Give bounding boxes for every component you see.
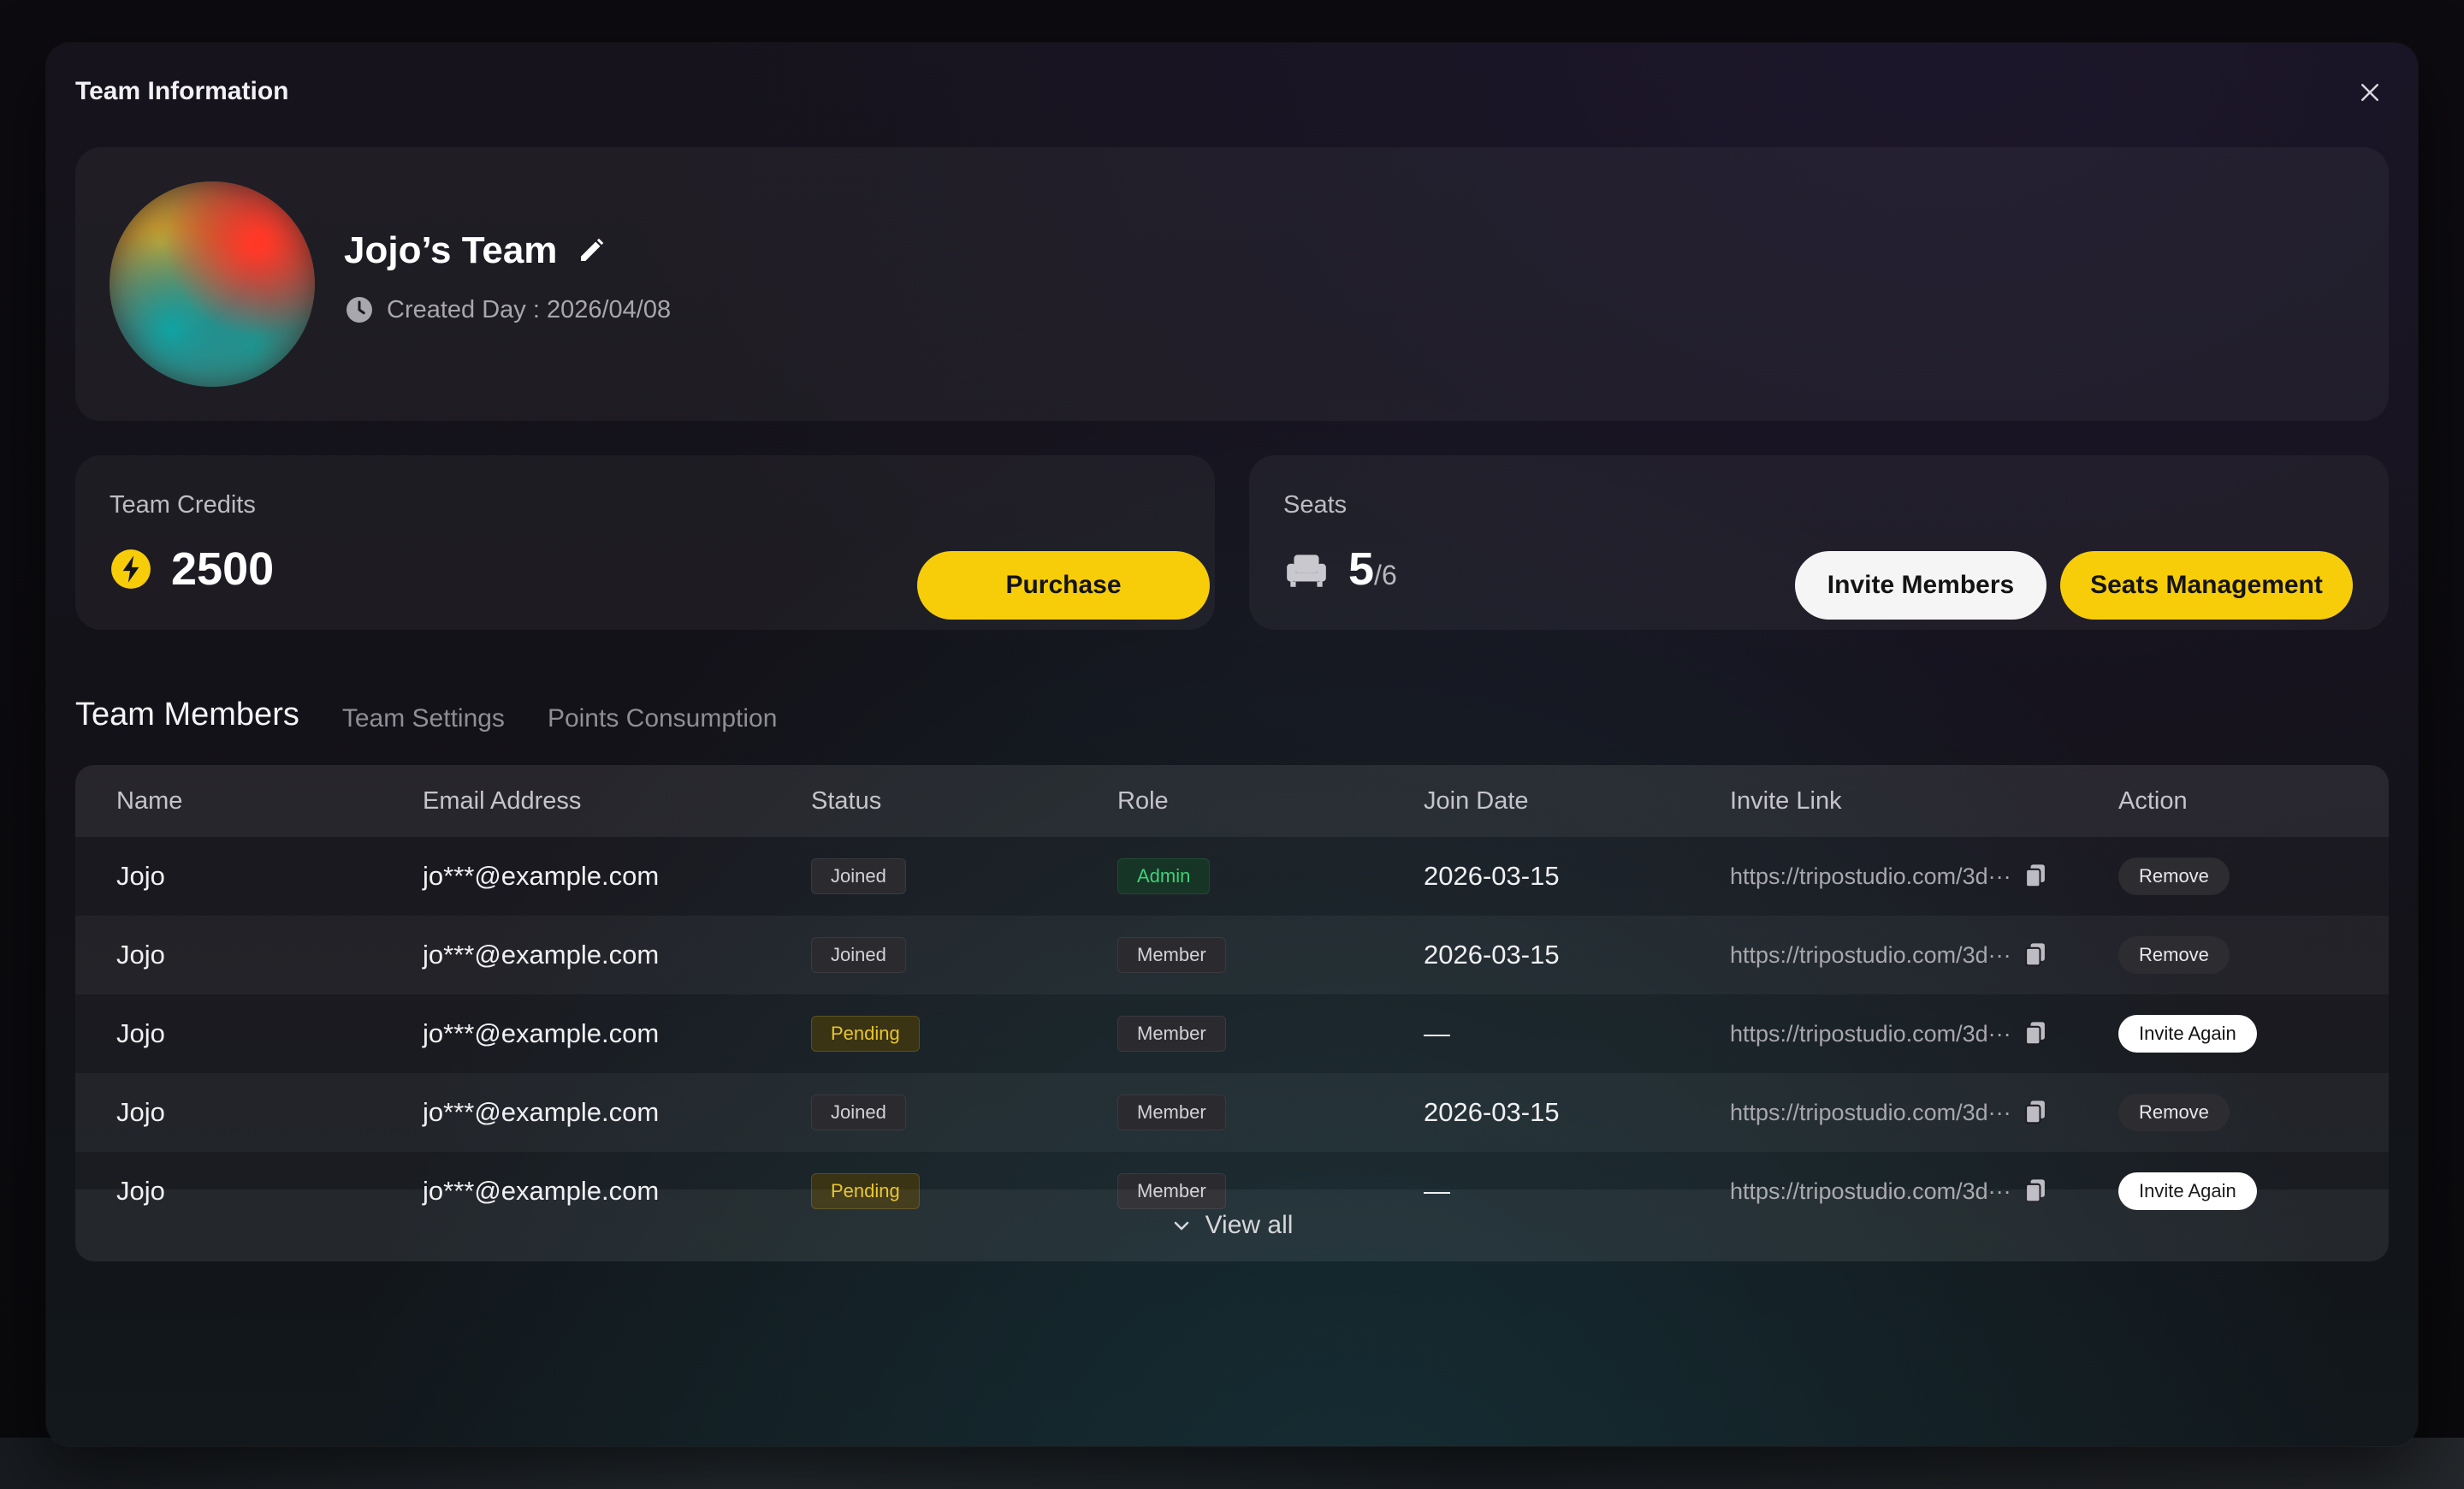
- team-credits-value-row: 2500: [110, 546, 274, 592]
- member-name: Jojo: [116, 940, 165, 970]
- seats-value-row: 5/6: [1283, 546, 1397, 592]
- invite-link-cell: https://tripostudio.com/3d···: [1730, 837, 2047, 916]
- header-name: Name: [116, 786, 183, 815]
- status-cell: Joined: [811, 1073, 906, 1152]
- lightning-bolt-icon: [111, 549, 151, 589]
- invite-link[interactable]: https://tripostudio.com/3d···: [1730, 1021, 2011, 1047]
- seats-value: 5/6: [1348, 546, 1397, 592]
- team-name-row: Jojo’s Team: [344, 229, 607, 272]
- table-row: Jojo jo***@example.com Joined Member 2026-03…: [75, 916, 2389, 994]
- table-row: Jojo jo***@example.com Pending Member — https…: [75, 994, 2389, 1073]
- join-date: —: [1424, 1018, 1450, 1048]
- invite-link[interactable]: https://tripostudio.com/3d···: [1730, 1100, 2011, 1126]
- invite-link[interactable]: https://tripostudio.com/3d···: [1730, 863, 2011, 890]
- team-credits-value: 2500: [171, 543, 275, 595]
- header-action: Action: [2118, 786, 2188, 815]
- team-credits-label: Team Credits: [110, 491, 256, 519]
- status-cell: Joined: [811, 837, 906, 916]
- seats-total: /6: [1374, 560, 1397, 590]
- invite-link-cell: https://tripostudio.com/3d···: [1730, 916, 2047, 994]
- team-tabs: Team Members Team Settings Points Consum…: [75, 697, 777, 733]
- table-body: Jojo jo***@example.com Joined Admin 2026-03-…: [75, 837, 2389, 1231]
- member-name: Jojo: [116, 1018, 165, 1048]
- armchair-icon: [1287, 555, 1326, 587]
- status-badge: Joined: [811, 937, 906, 973]
- close-icon: [2361, 84, 2378, 101]
- team-name: Jojo’s Team: [344, 229, 558, 271]
- remove-button[interactable]: Remove: [2118, 936, 2230, 974]
- join-date: 2026-03-15: [1424, 940, 1560, 970]
- remove-button[interactable]: Remove: [2118, 857, 2230, 895]
- invite-members-button[interactable]: Invite Members: [1795, 551, 2046, 620]
- pencil-icon[interactable]: [576, 235, 607, 266]
- role-badge: Member: [1117, 1016, 1226, 1052]
- table-header: Name Email Address Status Role Join Date…: [75, 765, 2389, 837]
- view-all-label: View all: [1205, 1211, 1294, 1239]
- status-cell: Pending: [811, 994, 920, 1073]
- created-day-text: Created Day : 2026/04/08: [387, 295, 672, 323]
- action-cell: Remove: [2118, 1073, 2230, 1152]
- table-row: Jojo jo***@example.com Joined Member 2026-03…: [75, 1073, 2389, 1152]
- action-cell: Remove: [2118, 837, 2230, 916]
- action-cell: Remove: [2118, 916, 2230, 994]
- tab-team-members[interactable]: Team Members: [75, 697, 299, 733]
- team-members-table: Name Email Address Status Role Join Date…: [75, 765, 2389, 1261]
- copy-icon[interactable]: [2023, 1100, 2047, 1125]
- status-cell: Joined: [811, 916, 906, 994]
- invite-link-cell: https://tripostudio.com/3d···: [1730, 1073, 2047, 1152]
- team-avatar: [110, 181, 315, 387]
- header-email: Email Address: [423, 786, 582, 815]
- copy-icon[interactable]: [2023, 1021, 2047, 1047]
- role-cell: Admin: [1117, 837, 1211, 916]
- invite-link-cell: https://tripostudio.com/3d···: [1730, 994, 2047, 1073]
- seats-card: Seats 5/6 Invite Members Seats Managemen…: [1249, 455, 2389, 630]
- header-join-date: Join Date: [1424, 786, 1529, 815]
- member-email: jo***@example.com: [423, 861, 660, 891]
- join-date: 2026-03-15: [1424, 861, 1560, 891]
- seats-management-button[interactable]: Seats Management: [2060, 551, 2353, 620]
- chevron-down-icon: [1174, 1221, 1188, 1231]
- role-cell: Member: [1117, 994, 1226, 1073]
- created-day-row: Created Day : 2026/04/08: [344, 294, 671, 325]
- purchase-button[interactable]: Purchase: [917, 551, 1210, 620]
- status-badge: Pending: [811, 1016, 920, 1052]
- header-invite-link: Invite Link: [1730, 786, 1842, 815]
- copy-icon[interactable]: [2023, 942, 2047, 968]
- status-badge: Joined: [811, 858, 906, 894]
- role-badge: Member: [1117, 1095, 1226, 1130]
- copy-icon[interactable]: [2023, 863, 2047, 889]
- status-badge: Joined: [811, 1095, 906, 1130]
- seats-label: Seats: [1283, 491, 1348, 519]
- member-name: Jojo: [116, 861, 165, 891]
- member-email: jo***@example.com: [423, 940, 660, 970]
- tab-team-settings[interactable]: Team Settings: [342, 704, 505, 733]
- header-role: Role: [1117, 786, 1169, 815]
- member-email: jo***@example.com: [423, 1018, 660, 1048]
- tab-points-consumption[interactable]: Points Consumption: [548, 704, 777, 733]
- remove-button[interactable]: Remove: [2118, 1094, 2230, 1131]
- clock-icon: [346, 297, 372, 323]
- role-cell: Member: [1117, 1073, 1226, 1152]
- team-credits-card: Team Credits 2500 Purchase: [75, 455, 1215, 630]
- view-all-button[interactable]: View all: [75, 1189, 2389, 1261]
- team-information-modal: Team Information Jojo’s Team Created Day…: [46, 43, 2418, 1446]
- action-cell: Invite Again: [2118, 994, 2257, 1073]
- header-status: Status: [811, 786, 882, 815]
- role-cell: Member: [1117, 916, 1226, 994]
- role-badge: Admin: [1117, 858, 1211, 894]
- role-badge: Member: [1117, 937, 1226, 973]
- join-date: 2026-03-15: [1424, 1097, 1560, 1127]
- member-email: jo***@example.com: [423, 1097, 660, 1127]
- invite-link[interactable]: https://tripostudio.com/3d···: [1730, 942, 2011, 969]
- invite-again-button[interactable]: Invite Again: [2118, 1015, 2257, 1053]
- seats-used: 5: [1348, 543, 1375, 595]
- member-name: Jojo: [116, 1097, 165, 1127]
- modal-title: Team Information: [75, 77, 289, 105]
- table-row: Jojo jo***@example.com Joined Admin 2026-03-…: [75, 837, 2389, 916]
- close-button[interactable]: [2351, 74, 2389, 111]
- team-profile-card: Jojo’s Team Created Day : 2026/04/08: [75, 147, 2389, 421]
